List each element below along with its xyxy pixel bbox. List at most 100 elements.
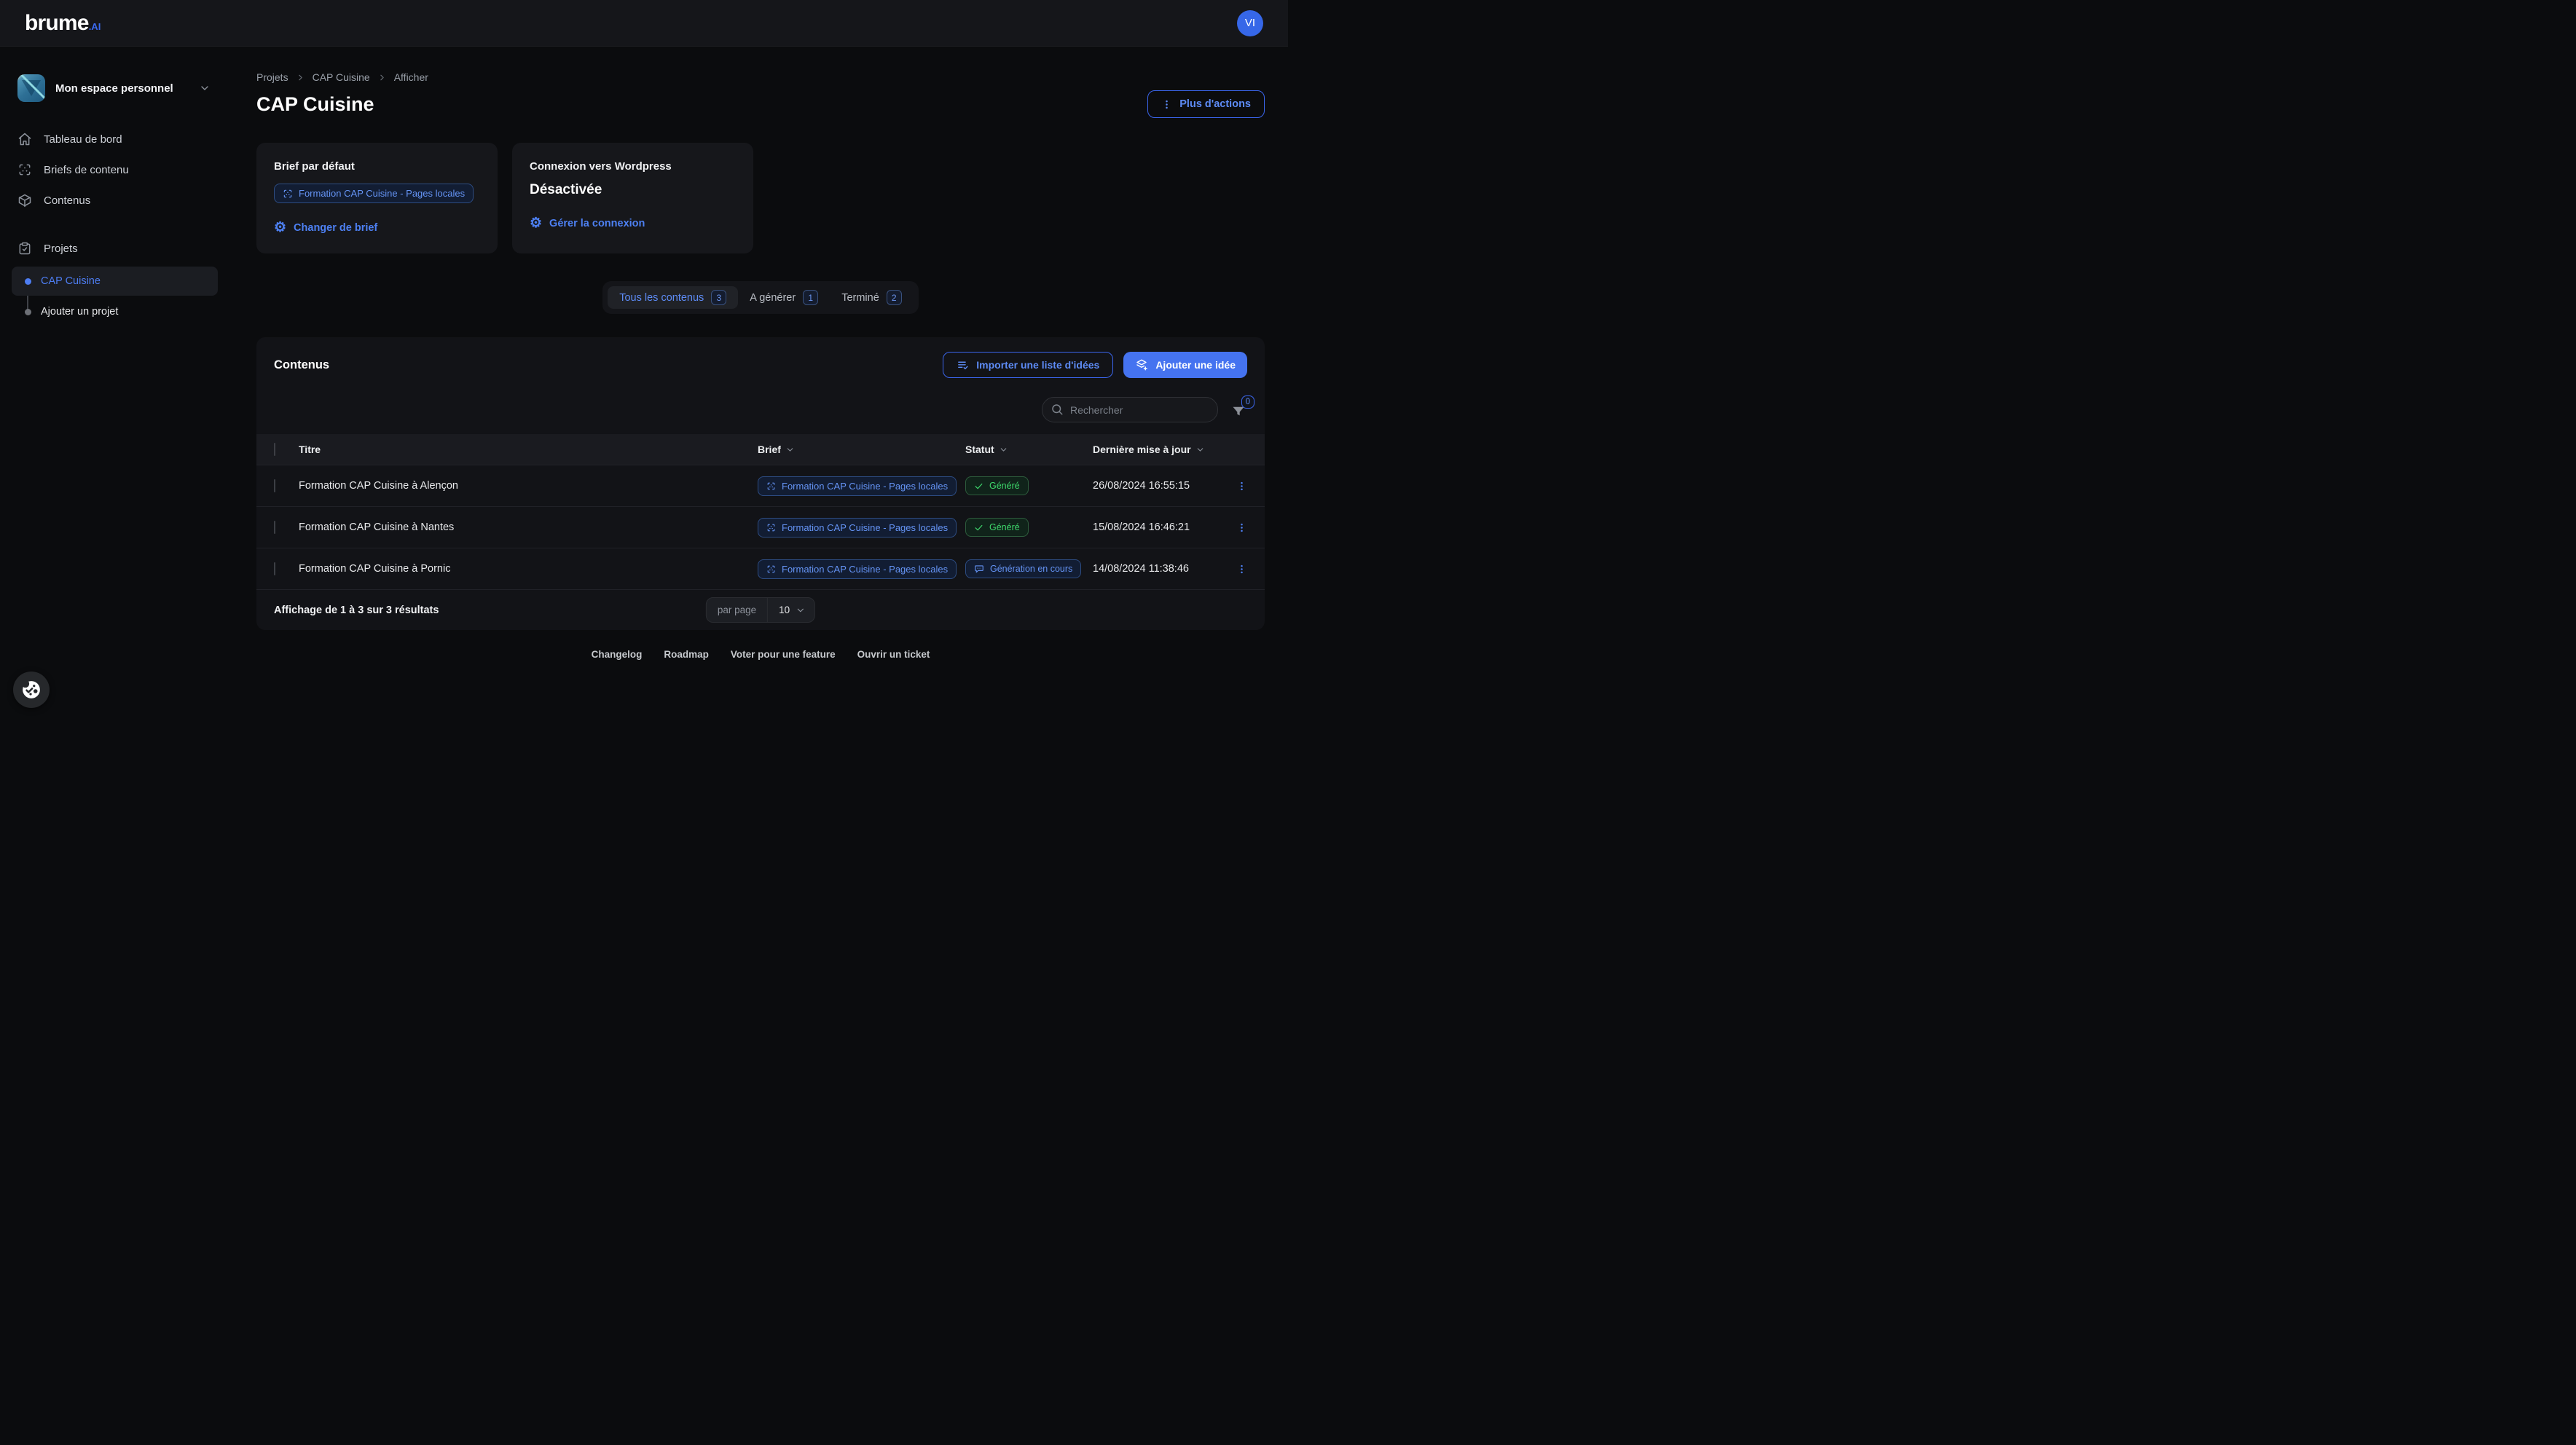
change-brief-link[interactable]: ⚙ Changer de brief <box>274 221 480 235</box>
sidebar-project-cap-cuisine[interactable]: CAP Cuisine <box>12 267 218 296</box>
status-badge-generated: Généré <box>965 476 1029 495</box>
sidebar: Mon espace personnel Tableau de bord Bri… <box>0 47 229 328</box>
project-label: CAP Cuisine <box>41 275 101 287</box>
sidebar-add-project[interactable]: Ajouter un projet <box>12 297 218 326</box>
per-page-label: par page <box>707 598 767 622</box>
scan-dots-icon <box>766 564 776 574</box>
scan-dots-icon <box>766 523 776 532</box>
per-page-select[interactable]: par page 10 <box>706 597 815 623</box>
layers-plus-icon <box>1135 358 1148 371</box>
breadcrumb: Projets CAP Cuisine Afficher <box>256 71 1265 83</box>
sidebar-item-label: Briefs de contenu <box>44 164 129 176</box>
wordpress-card: Connexion vers Wordpress Désactivée ⚙ Gé… <box>512 143 753 253</box>
brand-logo[interactable]: brume.AI <box>25 11 101 36</box>
footer-link-changelog[interactable]: Changelog <box>592 649 643 660</box>
footer-link-vote-feature[interactable]: Voter pour une feature <box>731 649 836 660</box>
row-checkbox[interactable] <box>274 562 275 575</box>
search-input[interactable] <box>1042 397 1218 422</box>
pagination-bar: Affichage de 1 à 3 sur 3 résultats par p… <box>256 589 1265 630</box>
row-title[interactable]: Formation CAP Cuisine à Nantes <box>299 521 758 533</box>
project-dot-icon <box>25 309 31 315</box>
cookie-consent-button[interactable] <box>13 672 50 708</box>
row-updated: 15/08/2024 16:46:21 <box>1093 521 1231 533</box>
avatar-initials: VI <box>1245 17 1255 29</box>
tab-count-badge: 3 <box>711 290 726 305</box>
project-label: Ajouter un projet <box>41 306 118 318</box>
workspace-switcher[interactable]: Mon espace personnel <box>17 74 211 102</box>
workspace-label: Mon espace personnel <box>55 82 189 95</box>
tab-label: Tous les contenus <box>619 292 704 304</box>
row-checkbox[interactable] <box>274 521 275 534</box>
change-brief-label: Changer de brief <box>294 222 377 234</box>
gear-icon: ⚙ <box>274 221 286 235</box>
row-title[interactable]: Formation CAP Cuisine à Alençon <box>299 480 758 492</box>
tab-to-generate[interactable]: A générer 1 <box>738 286 830 309</box>
project-dot-icon <box>25 278 31 285</box>
row-menu-button[interactable] <box>1236 522 1247 533</box>
sidebar-item-label: Contenus <box>44 194 90 207</box>
user-avatar[interactable]: VI <box>1237 10 1263 36</box>
filter-button[interactable]: 0 <box>1231 404 1246 419</box>
filter-count-badge: 0 <box>1241 395 1254 409</box>
sidebar-item-projects[interactable]: Projets <box>0 233 229 264</box>
table-row: Formation CAP Cuisine à Nantes Formation… <box>256 506 1265 548</box>
speech-bubble-icon <box>974 564 984 574</box>
sidebar-item-briefs[interactable]: Briefs de contenu <box>0 154 229 185</box>
row-brief-label: Formation CAP Cuisine - Pages locales <box>782 522 948 533</box>
footer-link-open-ticket[interactable]: Ouvrir un ticket <box>857 649 930 660</box>
row-brief-tag[interactable]: Formation CAP Cuisine - Pages locales <box>758 518 957 538</box>
tab-count-badge: 1 <box>803 290 818 305</box>
wordpress-status: Désactivée <box>530 182 736 198</box>
chevron-right-icon <box>296 73 305 82</box>
status-label: Généré <box>989 481 1020 491</box>
brief-tag[interactable]: Formation CAP Cuisine - Pages locales <box>274 184 474 203</box>
workspace-avatar <box>17 74 45 102</box>
row-brief-tag[interactable]: Formation CAP Cuisine - Pages locales <box>758 476 957 496</box>
status-badge-generated: Généré <box>965 518 1029 537</box>
row-menu-button[interactable] <box>1236 481 1247 492</box>
more-actions-button[interactable]: Plus d'actions <box>1147 90 1265 118</box>
brief-tag-label: Formation CAP Cuisine - Pages locales <box>299 188 465 199</box>
table-row: Formation CAP Cuisine à Pornic Formation… <box>256 548 1265 589</box>
brand-suffix: .AI <box>89 21 101 32</box>
row-menu-button[interactable] <box>1236 564 1247 575</box>
status-label: Généré <box>989 522 1020 532</box>
cube-icon <box>17 193 32 208</box>
breadcrumb-project-name[interactable]: CAP Cuisine <box>313 71 370 83</box>
page-title: CAP Cuisine <box>256 93 374 116</box>
search-box <box>1042 397 1218 422</box>
footer-link-roadmap[interactable]: Roadmap <box>664 649 709 660</box>
chevron-down-icon <box>1195 445 1205 454</box>
tab-all-contents[interactable]: Tous les contenus 3 <box>608 286 738 309</box>
select-all-checkbox[interactable] <box>274 443 275 456</box>
breadcrumb-projects[interactable]: Projets <box>256 71 288 83</box>
add-idea-button[interactable]: Ajouter une idée <box>1123 352 1247 378</box>
clipboard-check-icon <box>17 241 32 256</box>
row-checkbox[interactable] <box>274 479 275 492</box>
manage-connection-link[interactable]: ⚙ Gérer la connexion <box>530 216 736 230</box>
table-row: Formation CAP Cuisine à Alençon Formatio… <box>256 465 1265 506</box>
sidebar-item-dashboard[interactable]: Tableau de bord <box>0 124 229 154</box>
import-ideas-button[interactable]: Importer une liste d'idées <box>943 352 1113 378</box>
project-list: CAP Cuisine Ajouter un projet <box>0 267 229 326</box>
manage-connection-label: Gérer la connexion <box>549 218 645 229</box>
row-title[interactable]: Formation CAP Cuisine à Pornic <box>299 563 758 575</box>
tab-done[interactable]: Terminé 2 <box>830 286 914 309</box>
column-status-sort[interactable]: Statut <box>965 444 1093 455</box>
column-brief-sort[interactable]: Brief <box>758 444 965 455</box>
column-updated-sort[interactable]: Dernière mise à jour <box>1093 444 1231 455</box>
tab-count-badge: 2 <box>887 290 902 305</box>
footer-links: Changelog Roadmap Voter pour une feature… <box>256 649 1265 660</box>
sidebar-item-contents[interactable]: Contenus <box>0 185 229 216</box>
search-icon <box>1051 403 1064 416</box>
import-ideas-label: Importer une liste d'idées <box>976 359 1099 371</box>
row-updated: 14/08/2024 11:38:46 <box>1093 563 1231 575</box>
list-check-icon <box>957 359 969 371</box>
check-icon <box>974 481 983 491</box>
sidebar-item-label: Projets <box>44 243 78 255</box>
row-brief-label: Formation CAP Cuisine - Pages locales <box>782 481 948 492</box>
status-label: Génération en cours <box>990 564 1072 574</box>
row-brief-tag[interactable]: Formation CAP Cuisine - Pages locales <box>758 559 957 579</box>
cookie-icon <box>20 679 42 701</box>
results-summary: Affichage de 1 à 3 sur 3 résultats <box>274 605 439 616</box>
